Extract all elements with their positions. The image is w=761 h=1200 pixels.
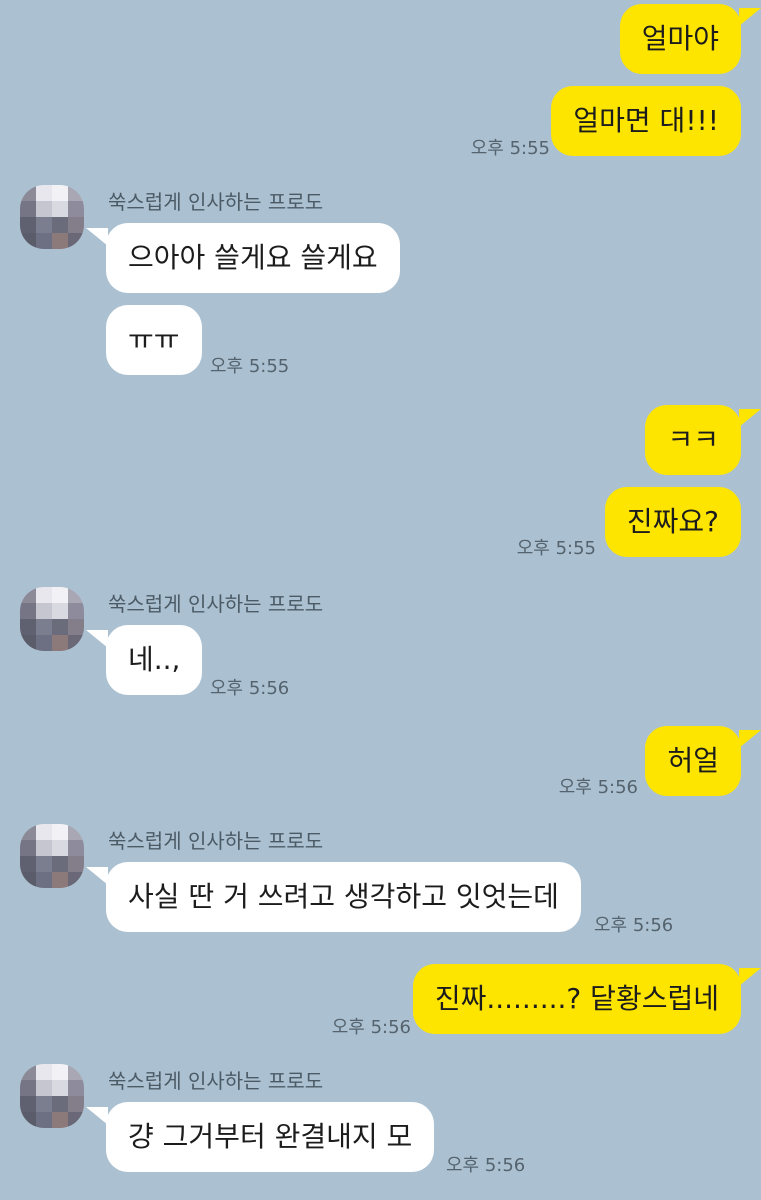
message-bubble-mine[interactable]: 진짜요? xyxy=(604,487,741,557)
timestamp: 오후 5:55 xyxy=(470,138,550,159)
sender-name: 쑥스럽게 인사하는 프로도 xyxy=(108,190,324,214)
bubble-tail xyxy=(86,867,108,885)
bubble-tail xyxy=(86,228,108,246)
message-bubble-mine[interactable]: 진짜.........? 닽황스럽네 xyxy=(412,964,741,1034)
sender-name: 쑥스럽게 인사하는 프로도 xyxy=(108,1069,324,1093)
message-bubble-mine[interactable]: ㅋㅋ xyxy=(645,405,741,475)
timestamp: 오후 5:56 xyxy=(558,777,638,798)
avatar[interactable] xyxy=(20,185,84,249)
bubble-tail xyxy=(739,730,761,748)
message-bubble-mine[interactable]: 얼마야 xyxy=(619,4,741,74)
timestamp: 오후 5:56 xyxy=(446,1155,526,1176)
timestamp: 오후 5:55 xyxy=(516,538,596,559)
bubble-tail xyxy=(739,409,761,427)
bubble-tail xyxy=(86,630,108,648)
avatar[interactable] xyxy=(20,1064,84,1128)
timestamp: 오후 5:56 xyxy=(210,678,290,699)
timestamp: 오후 5:56 xyxy=(594,915,674,936)
avatar[interactable] xyxy=(20,587,84,651)
message-bubble-other[interactable]: 으아아 쓸게요 쓸게요 xyxy=(106,223,400,293)
message-bubble-other[interactable]: 걍 그거부터 완결내지 모 xyxy=(106,1102,435,1172)
message-bubble-other[interactable]: ㅠㅠ xyxy=(106,305,202,375)
sender-name: 쑥스럽게 인사하는 프로도 xyxy=(108,592,324,616)
message-bubble-other[interactable]: 네.., xyxy=(106,625,203,695)
avatar[interactable] xyxy=(20,824,84,888)
message-bubble-mine[interactable]: 얼마면 대!!! xyxy=(551,86,741,156)
bubble-tail xyxy=(739,968,761,986)
sender-name: 쑥스럽게 인사하는 프로도 xyxy=(108,829,324,853)
message-bubble-other[interactable]: 사실 딴 거 쓰려고 생각하고 잇엇는데 xyxy=(106,862,581,932)
bubble-tail xyxy=(739,8,761,26)
message-bubble-mine[interactable]: 허얼 xyxy=(645,726,741,796)
bubble-tail xyxy=(86,1107,108,1125)
timestamp: 오후 5:55 xyxy=(210,356,290,377)
timestamp: 오후 5:56 xyxy=(331,1017,411,1038)
